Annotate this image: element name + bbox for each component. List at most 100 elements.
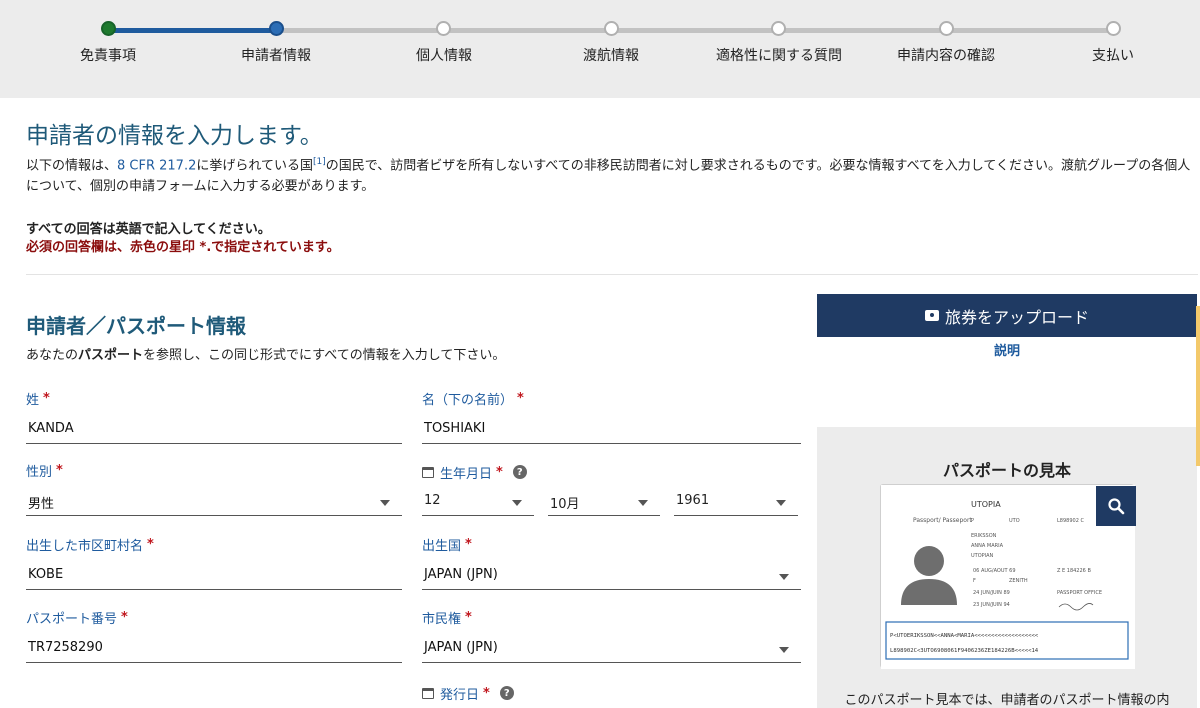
surname-label-text: 姓 <box>26 392 40 408</box>
chevron-down-icon <box>638 500 648 506</box>
step-dot-travel <box>604 21 619 36</box>
english-note: すべての回答は英語で記入してください。 <box>26 222 271 237</box>
birth-date-selects: 12 10月 1961 <box>422 488 798 516</box>
surname-label: 姓 * <box>26 389 402 408</box>
issue-date-field: 発行日 *? <box>422 684 798 703</box>
given-name-input[interactable]: TOSHIAKI <box>422 416 801 444</box>
given-name-field: 名（下の名前） * TOSHIAKI <box>422 389 801 444</box>
citizenship-value: JAPAN (JPN) <box>424 640 498 655</box>
search-icon <box>1108 498 1125 515</box>
given-name-label: 名（下の名前） * <box>422 389 801 408</box>
birth-city-field: 出生した市区町村名 * KOBE <box>26 535 402 590</box>
passport-country: UTOPIA <box>971 500 1001 509</box>
intro-text-2: に挙げられている国 <box>196 158 313 174</box>
required-asterisk: * <box>465 536 472 552</box>
step-label-eligibility: 適格性に関する質問 <box>716 48 842 64</box>
section-title: 申請者／パスポート情報 <box>26 314 246 338</box>
birth-country-field: 出生国 * JAPAN (JPN) <box>422 535 801 590</box>
required-asterisk: * <box>517 390 524 406</box>
progress-stepper: 免責事項 申請者情報 個人情報 渡航情報 適格性に関する質問 申請内容の確認 支… <box>0 0 1200 98</box>
chevron-down-icon <box>776 500 786 506</box>
chevron-down-icon <box>380 500 390 506</box>
birth-city-label: 出生した市区町村名 * <box>26 535 402 554</box>
passport-type: P <box>971 518 974 524</box>
passport-mrz-line2: L898902C<3UTO6908061F9406236ZE184226B<<<… <box>890 648 1039 654</box>
passport-code: UTO <box>1009 518 1020 524</box>
explanation-link[interactable]: 説明 <box>817 340 1197 359</box>
passport-number-field: パスポート番号 * TR7258290 <box>26 608 402 663</box>
birth-month-select[interactable]: 10月 <box>548 488 660 516</box>
required-asterisk: * <box>56 462 63 478</box>
divider <box>26 274 1198 275</box>
help-icon[interactable]: ? <box>499 686 514 700</box>
chevron-down-icon <box>512 500 522 506</box>
passport-sample-title: パスポートの見本 <box>942 461 1071 480</box>
cfr-link[interactable]: 8 CFR 217.2 <box>117 158 196 173</box>
passport-given: ANNA MARIA <box>971 543 1004 549</box>
birth-city-input[interactable]: KOBE <box>26 562 402 590</box>
birth-country-select[interactable]: JAPAN (JPN) <box>422 562 801 590</box>
given-name-label-text: 名（下の名前） <box>422 392 514 408</box>
gender-field: 性別 * 男性 <box>26 461 402 516</box>
chevron-down-icon <box>779 574 789 580</box>
passport-sample-text: このパスポート見本では、申請者のパスポート情報の内 <box>844 693 1170 708</box>
gender-label-text: 性別 <box>26 464 53 480</box>
upload-passport-button[interactable]: 旅券をアップロード <box>817 294 1197 337</box>
section-desc-1: あなたの <box>26 348 79 363</box>
progress-track-complete <box>108 28 276 33</box>
camera-icon <box>924 310 939 321</box>
help-icon[interactable]: ? <box>512 465 527 479</box>
required-asterisk: * <box>121 609 128 625</box>
footnote-link[interactable]: [1] <box>313 157 326 167</box>
passport-issue: 24 JUN/JUIN 89 <box>973 590 1010 596</box>
issue-date-label: 発行日 *? <box>422 684 798 703</box>
section-description: あなたのパスポートを参照し、この同じ形式でにすべての情報を入力して下さい。 <box>26 344 505 363</box>
step-label-disclaimer[interactable]: 免責事項 <box>23 45 193 65</box>
required-asterisk: * <box>465 609 472 625</box>
scroll-indicator <box>1196 306 1200 466</box>
step-label-applicant[interactable]: 申請者情報 <box>191 45 361 65</box>
required-asterisk: * <box>147 536 154 552</box>
passport-place-of-birth: ZENITH <box>1009 578 1028 584</box>
passport-number-input[interactable]: TR7258290 <box>26 635 402 663</box>
step-dot-applicant <box>269 21 284 36</box>
calendar-icon <box>422 466 434 478</box>
intro-text-1: 以下の情報は、 <box>26 158 118 174</box>
birth-city-label-text: 出生した市区町村名 <box>26 538 144 554</box>
chevron-down-icon <box>779 647 789 653</box>
zoom-button[interactable] <box>1096 486 1136 526</box>
citizenship-label: 市民権 * <box>422 608 801 627</box>
passport-number: L898902 C <box>1057 518 1084 524</box>
step-label-payment: 支払い <box>1092 48 1134 64</box>
step-label-travel: 渡航情報 <box>583 48 639 64</box>
birth-day-select[interactable]: 12 <box>422 488 534 516</box>
passport-type-label: Passport/ Passeport <box>913 517 972 524</box>
passport-sex: F <box>973 578 976 584</box>
intro-paragraph: 以下の情報は、8 CFR 217.2に挙げられている国[1]の国民で、訪問者ビザ… <box>26 152 1196 197</box>
birth-day-value: 12 <box>424 493 441 508</box>
section-desc-2: を参照し、この同じ形式でにすべての情報を入力して下さい。 <box>143 348 506 363</box>
required-asterisk: * <box>43 390 50 406</box>
page-title: 申請者の情報を入力します。 <box>26 123 323 149</box>
birth-country-label-text: 出生国 <box>422 538 462 554</box>
step-dot-eligibility <box>771 21 786 36</box>
birth-country-value: JAPAN (JPN) <box>424 567 498 582</box>
gender-label: 性別 * <box>26 461 402 480</box>
surname-input[interactable]: KANDA <box>26 416 402 444</box>
step-dot-review <box>939 21 954 36</box>
birth-year-select[interactable]: 1961 <box>674 488 798 516</box>
required-asterisk: * <box>483 685 490 701</box>
passport-sample-panel: パスポートの見本 UTOPIA Passport/ Passeport P UT… <box>817 427 1197 708</box>
citizenship-select[interactable]: JAPAN (JPN) <box>422 635 801 663</box>
step-label-personal: 個人情報 <box>416 48 472 64</box>
step-dot-personal <box>436 21 451 36</box>
passport-nationality: UTOPIAN <box>971 553 994 559</box>
step-label-review: 申請内容の確認 <box>897 48 995 64</box>
passport-surname: ERIKSSON <box>971 533 997 539</box>
gender-value: 男性 <box>28 497 55 512</box>
passport-personal-no: Z E 184226 B <box>1057 568 1091 574</box>
passport-authority: PASSPORT OFFICE <box>1057 590 1102 596</box>
step-dot-disclaimer <box>101 21 116 36</box>
birth-date-label-text: 生年月日 <box>440 466 493 482</box>
gender-select[interactable]: 男性 <box>26 488 402 516</box>
